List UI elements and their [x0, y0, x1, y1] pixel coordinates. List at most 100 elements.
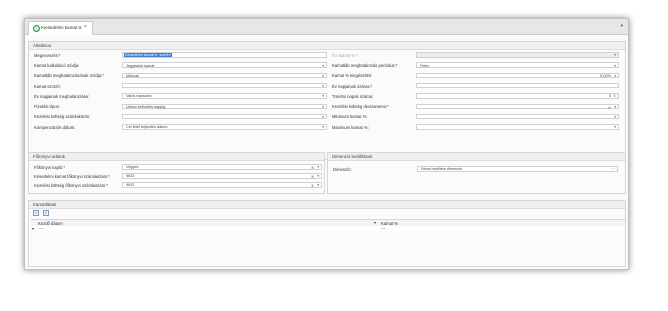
column-header-start-date[interactable]: Kezdő dátum: [38, 221, 63, 226]
chevron-down-icon[interactable]: ▾: [317, 165, 319, 169]
table-row[interactable]: ▾ --- ---: [31, 226, 625, 231]
kezelesi-koltseg-szamlakoron-label: Kezelési költség számlakörön:: [34, 114, 91, 120]
chevron-down-icon[interactable]: ▾: [322, 94, 324, 98]
fix-kamat-label: Fix kamat %:*: [332, 52, 358, 58]
close-icon[interactable]: ×: [84, 24, 87, 30]
tab-bar: Kiesedelmi kamat tr. × ▾: [25, 19, 628, 35]
chevron-down-icon[interactable]: ▾: [614, 105, 616, 109]
maximum-kamat-field[interactable]: ▾: [416, 124, 619, 130]
minimum-kamat-field[interactable]: ▾: [416, 113, 619, 120]
fix-kamat-field: ▾: [416, 52, 619, 58]
kezelesi-koltseg-devizanemo-label: Kezelési költség devizanemo:*: [332, 104, 389, 110]
ev-napjainak-szama-label: Év napjainak száma:*: [332, 83, 373, 89]
megnevezes-field[interactable]: Késedelmi kamat tr. szerint: [122, 52, 327, 58]
ev-napjainak-meghatarozasa-field[interactable]: Valós napszám ▾: [122, 93, 327, 99]
turelmi-napok-szama-label: Türelmi napok száma:: [332, 93, 374, 99]
kezelesi-koltseg-szamlakoron-field[interactable]: ▾: [122, 113, 327, 120]
ev-napjainak-meghatarozasa-value: Valós napszám: [126, 94, 152, 99]
fokonyvi-naplo-field[interactable]: Vegyes ▾ ⊗: [122, 164, 322, 170]
chevron-down-icon[interactable]: ▾: [322, 74, 324, 78]
kamat-szorzo-label: Kamat szorzó:: [34, 83, 61, 89]
group-header: Kamatlábak: [29, 201, 625, 209]
kamat-szorzo-field[interactable]: ▾: [122, 82, 327, 89]
kezelesi-koltseg-fokonyvi-szamlaszam-field[interactable]: 9632 ▾ ⊗: [122, 182, 322, 188]
chevron-down-icon[interactable]: ▾: [614, 53, 616, 57]
kamatlab-meghatarozasanak-modja-value: Időszak: [126, 73, 140, 78]
main-window: Kiesedelmi kamat tr. × ▾ Általános Megne…: [24, 18, 629, 270]
group-title: Kamatlábak: [33, 202, 57, 207]
ledger-group: Főkönyvi adatok Főkönyvi napló:* Vegyes ▾ ⊗…: [28, 152, 325, 194]
kompenzacios-datum-field[interactable]: Cél tétel teljesítés dátum ▾: [122, 124, 327, 130]
clear-icon[interactable]: ⊗: [608, 105, 611, 110]
chevron-down-icon[interactable]: ▾: [322, 64, 324, 68]
tab-title: Kiesedelmi kamat tr.: [41, 25, 83, 30]
tab-late-interest[interactable]: Kiesedelmi kamat tr. ×: [28, 21, 93, 35]
kamatlab-meghatarozasanak-modja-label: Kamatláb meghatározásának módja:*: [34, 73, 104, 79]
kamat-kalkulacio-modja-value: Jegybanki kamat: [126, 63, 155, 68]
group-title: Főkönyvi adatok: [33, 154, 65, 159]
spin-arrows-icon[interactable]: ⇕: [613, 94, 616, 98]
fizetesi-tipus-value: Utolsó befizetés napjág: [126, 104, 166, 109]
kamat-kiegeszites-field[interactable]: 5,00% ▾: [416, 72, 619, 79]
fizetesi-tipus-field[interactable]: Utolsó befizetés napjág ▾: [122, 103, 327, 109]
chevron-down-icon[interactable]: ▾: [322, 105, 324, 109]
minimum-kamat-label: Minimum kamat %:: [332, 114, 368, 120]
chevron-down-icon[interactable]: ▾: [614, 115, 616, 119]
dimension-group: Dimenzió beállítások Dimenzió: Nincs beá…: [327, 152, 626, 194]
cell-rate[interactable]: ---: [381, 226, 385, 231]
row-marker-icon: ▾: [32, 226, 35, 232]
chevron-down-icon[interactable]: ▾: [614, 74, 616, 78]
ev-napjainak-meghatarozasa-label: Év napjainak meghatározása:: [34, 93, 90, 99]
general-group: Általános Megnevezés:* Késedelmi kamat tr…: [28, 41, 626, 160]
chevron-down-icon[interactable]: ▾: [322, 84, 324, 88]
group-title: Dimenzió beállítások: [332, 154, 373, 159]
kamat-kalkulacio-modja-label: Kamat kalkuláció módja:: [34, 62, 80, 68]
kompenzacios-datum-label: Kompenzációs dátum:: [34, 124, 76, 130]
clear-icon[interactable]: ⊗: [311, 183, 314, 188]
kezelesi-koltseg-fokonyvi-szamlaszam-value: 9632: [126, 183, 135, 188]
kamatlab-meghatarozasanak-modja-field[interactable]: Időszak ▾: [122, 72, 327, 79]
chevron-down-icon[interactable]: ▾: [614, 64, 616, 68]
megnevezes-label: Megnevezés:*: [34, 52, 61, 58]
group-title: Általános: [33, 43, 52, 48]
kamatlab-meghatarozas-periodus-field[interactable]: Félév ▾: [416, 62, 619, 68]
dimension-value: Nincs beállítva dimenzió: [421, 167, 462, 172]
group-header: Általános: [29, 42, 625, 50]
kamat-kiegeszites-value: 5,00%: [600, 73, 611, 78]
chevron-down-icon[interactable]: ▾: [317, 174, 319, 178]
kezelesi-koltseg-devizanemo-field[interactable]: ▾ ⊗: [416, 103, 619, 110]
chevron-down-icon[interactable]: ▾: [614, 125, 616, 129]
clear-icon[interactable]: ⊗: [311, 165, 314, 170]
chevron-down-icon[interactable]: ▾: [317, 183, 319, 187]
fizetesi-tipus-label: Fizetési típus:: [34, 104, 60, 110]
kesedelmi-kamat-fokonyvi-szamlaszam-value: 9632: [126, 174, 135, 179]
group-header: Dimenzió beállítások: [328, 153, 625, 161]
clear-icon[interactable]: ⊗: [311, 174, 314, 179]
dimension-field[interactable]: Nincs beállítva dimenzió ···: [417, 166, 618, 172]
chevron-down-icon[interactable]: ▾: [322, 115, 324, 119]
turelmi-napok-szama-field[interactable]: 5 ⇕: [416, 93, 619, 99]
kamat-kiegeszites-label: Kamat % kiegészítés:: [332, 73, 373, 79]
fokonyvi-naplo-value: Vegyes: [126, 165, 139, 170]
kesedelmi-kamat-fokonyvi-szamlaszam-label: Késedelmi kamat főkönyvi számlaszám:*: [34, 173, 110, 179]
kompenzacios-datum-value: Cél tétel teljesítés dátum: [126, 125, 168, 130]
tab-menu-chevron-icon[interactable]: ▾: [621, 23, 623, 29]
fokonyvi-naplo-label: Főkönyvi napló:*: [34, 164, 65, 170]
column-header-rate[interactable]: Kamat %: [381, 221, 398, 226]
turelmi-napok-szama-value: 5: [608, 94, 611, 99]
column-sort-icon: ▾: [374, 220, 377, 226]
cell-start-date[interactable]: ---: [39, 226, 43, 231]
kamat-kalkulacio-modja-field[interactable]: Jegybanki kamat ▾: [122, 62, 327, 68]
chevron-down-icon[interactable]: ▾: [322, 125, 324, 129]
leaf-icon: [33, 25, 40, 32]
kezelesi-koltseg-fokonyvi-szamlaszam-label: Kezelési költség főkönyvi számlaszám:*: [34, 182, 109, 188]
ellipsis-button[interactable]: ···: [611, 166, 615, 171]
kesedelmi-kamat-fokonyvi-szamlaszam-field[interactable]: 9632 ▾ ⊗: [122, 173, 322, 179]
ev-napjainak-szama-field[interactable]: [416, 82, 619, 89]
kamatlab-meghatarozas-periodus-label: Kamatláb meghatározás periódus:*: [332, 62, 398, 68]
dimension-label: Dimenzió:: [333, 167, 352, 172]
add-row-icon[interactable]: +: [33, 210, 39, 216]
rates-group: Kamatlábak + ▪ Kezdő dátum ▾ Kamat % ▾ -…: [28, 200, 626, 267]
delete-row-icon[interactable]: ▪: [43, 210, 49, 216]
maximum-kamat-label: Maximum kamat %:: [332, 124, 369, 130]
